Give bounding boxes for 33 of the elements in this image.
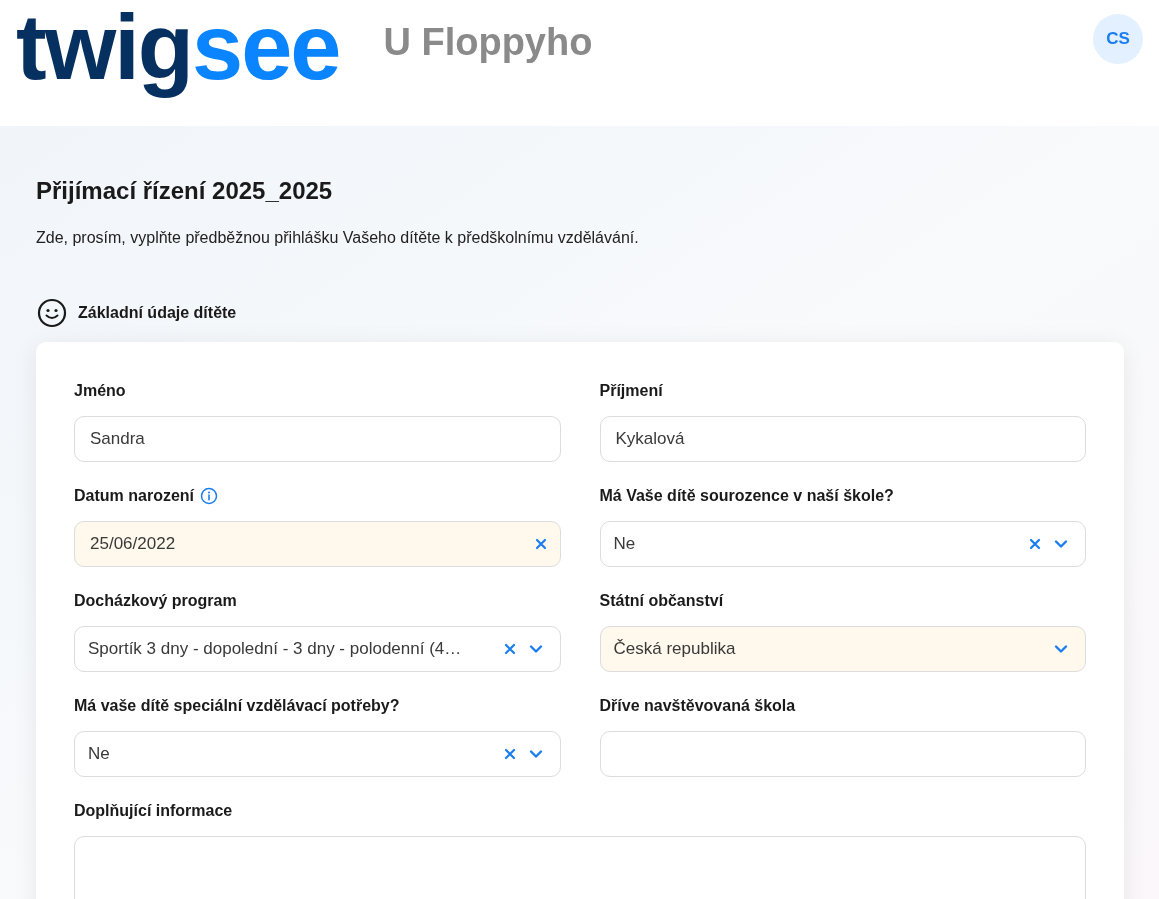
clear-icon[interactable]: [503, 748, 516, 760]
clear-icon[interactable]: [1029, 538, 1041, 550]
twigsee-logo[interactable]: twigsee: [16, 0, 340, 107]
page-title: Přijímací řízení 2025_2025: [36, 176, 334, 206]
textarea-field[interactable]: [74, 836, 1086, 899]
chevron-down-icon[interactable]: [1054, 644, 1068, 654]
select-field[interactable]: Česká republika: [599, 626, 1086, 672]
chevron-down-icon[interactable]: [528, 749, 543, 759]
section-title: Základní údaje dítěte: [78, 303, 237, 323]
field-label: Dříve navštěvovaná škola: [599, 696, 796, 716]
info-icon[interactable]: [200, 487, 218, 505]
select-field[interactable]: Ne: [74, 731, 561, 777]
chevron-down-icon[interactable]: [1054, 539, 1068, 549]
field-label: Doplňující informace: [74, 801, 233, 821]
clear-icon[interactable]: [534, 538, 547, 550]
page-description: Zde, prosím, vyplňte předběžnou přihlášku Vašeho dítěte k předškolnímu vzdělávání.: [36, 228, 640, 248]
field-label: Má Vaše dítě sourozence v naší škole?: [599, 486, 894, 506]
clear-icon[interactable]: [503, 643, 516, 655]
field-label: Má vaše dítě speciální vzdělávací potřeby?: [74, 696, 400, 716]
smiley-icon: [37, 298, 67, 328]
input-field[interactable]: [599, 731, 1086, 777]
input-field[interactable]: Kykalová: [599, 416, 1086, 462]
date-field[interactable]: 25/06/2022: [74, 521, 561, 567]
field-label: Příjmení: [599, 381, 663, 401]
select-field[interactable]: Sportík 3 dny - dopolední - 3 dny - polodenní (4…: [74, 626, 561, 672]
field-label: Státní občanství: [599, 591, 724, 611]
field-label: Docházkový program: [74, 591, 237, 611]
input-field[interactable]: Sandra: [74, 416, 561, 462]
field-label: Datum narození: [74, 486, 194, 506]
select-field[interactable]: Ne: [599, 521, 1086, 567]
field-label: Jméno: [74, 381, 126, 401]
chevron-down-icon[interactable]: [528, 644, 543, 654]
school-name: U Floppyho: [383, 20, 593, 65]
